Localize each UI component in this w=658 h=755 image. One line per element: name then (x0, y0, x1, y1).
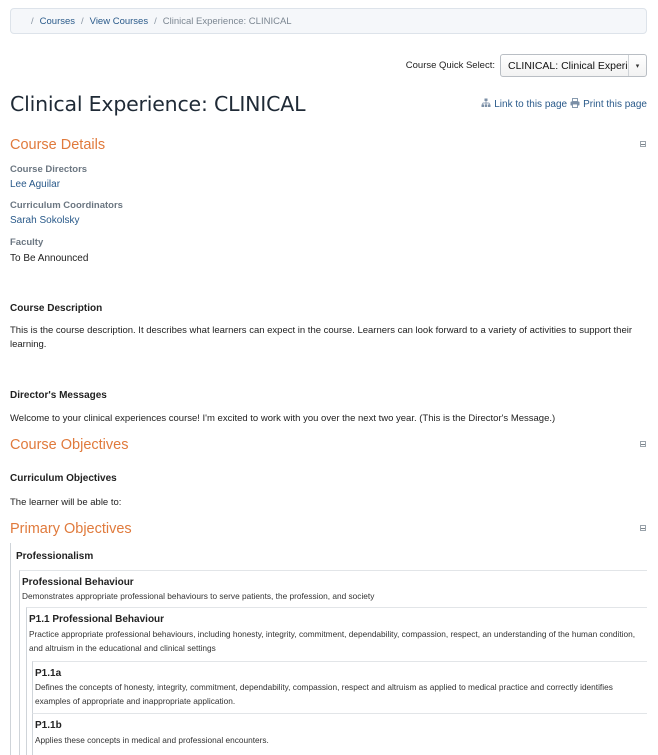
collapse-primary-objectives-icon[interactable] (640, 525, 646, 531)
objective-description: Defines the concepts of honesty, integri… (35, 682, 613, 706)
curriculum-coordinators-label: Curriculum Coordinators (10, 200, 123, 211)
link-to-page[interactable]: Link to this page (481, 98, 567, 111)
print-page[interactable]: Print this page (570, 98, 647, 111)
page-title: Clinical Experience: CLINICAL (10, 92, 306, 116)
dropdown-arrow-icon: ▾ (628, 55, 646, 76)
directors-messages-heading: Director's Messages (10, 390, 107, 401)
breadcrumb-separator: / (81, 15, 84, 27)
course-directors-label: Course Directors (10, 164, 88, 175)
course-details-heading: Course Details (10, 137, 106, 153)
objective-title: P1.1 Professional Behaviour (29, 614, 165, 625)
link-to-page-label: Link to this page (494, 99, 568, 110)
objective-node-p1-1b: P1.1b Applies these concepts in medical … (32, 713, 647, 755)
print-page-label: Print this page (583, 99, 647, 110)
printer-icon (570, 98, 580, 111)
course-director-link[interactable]: Lee Aguilar (10, 179, 60, 190)
collapse-course-details-icon[interactable] (640, 141, 646, 147)
objective-title: P1.1a (35, 668, 62, 679)
objective-description: Practice appropriate professional behavi… (29, 629, 636, 653)
directors-message-text: Welcome to your clinical experiences cou… (10, 413, 556, 424)
course-quick-select-value: CLINICAL: Clinical Experie (508, 59, 627, 72)
page-links: Link to this page Print this page (481, 98, 647, 111)
breadcrumb-view-courses-link[interactable]: View Courses (90, 16, 148, 27)
objective-description: Applies these concepts in medical and pr… (35, 735, 269, 745)
sitemap-icon (481, 98, 491, 111)
breadcrumb-current: Clinical Experience: CLINICAL (162, 15, 292, 27)
course-description-text: This is the course description. It descr… (10, 325, 633, 350)
course-objectives-heading: Course Objectives (10, 437, 129, 453)
objective-title: Professionalism (16, 551, 94, 562)
objectives-intro-text: The learner will be able to: (10, 497, 122, 508)
course-quick-select-label: Course Quick Select: (405, 60, 495, 71)
course-description-heading: Course Description (10, 303, 103, 314)
breadcrumb-separator: / (154, 15, 157, 27)
objective-title: Professional Behaviour (22, 577, 134, 588)
objective-description: Demonstrates appropriate professional be… (22, 591, 375, 601)
breadcrumb-courses-link[interactable]: Courses (40, 16, 75, 27)
course-quick-select-dropdown[interactable]: CLINICAL: Clinical Experie ▾ (500, 54, 647, 77)
primary-objectives-heading: Primary Objectives (10, 521, 132, 537)
collapse-course-objectives-icon[interactable] (640, 441, 646, 447)
curriculum-objectives-heading: Curriculum Objectives (10, 473, 117, 484)
breadcrumb-separator: / (31, 15, 34, 27)
faculty-label: Faculty (10, 237, 44, 248)
curriculum-coordinator-link[interactable]: Sarah Sokolsky (10, 215, 79, 226)
objective-title: P1.1b (35, 720, 62, 731)
course-quick-select: Course Quick Select: CLINICAL: Clinical … (406, 54, 647, 77)
faculty-value: To Be Announced (10, 253, 89, 264)
breadcrumb: / Courses / View Courses / Clinical Expe… (10, 8, 647, 34)
